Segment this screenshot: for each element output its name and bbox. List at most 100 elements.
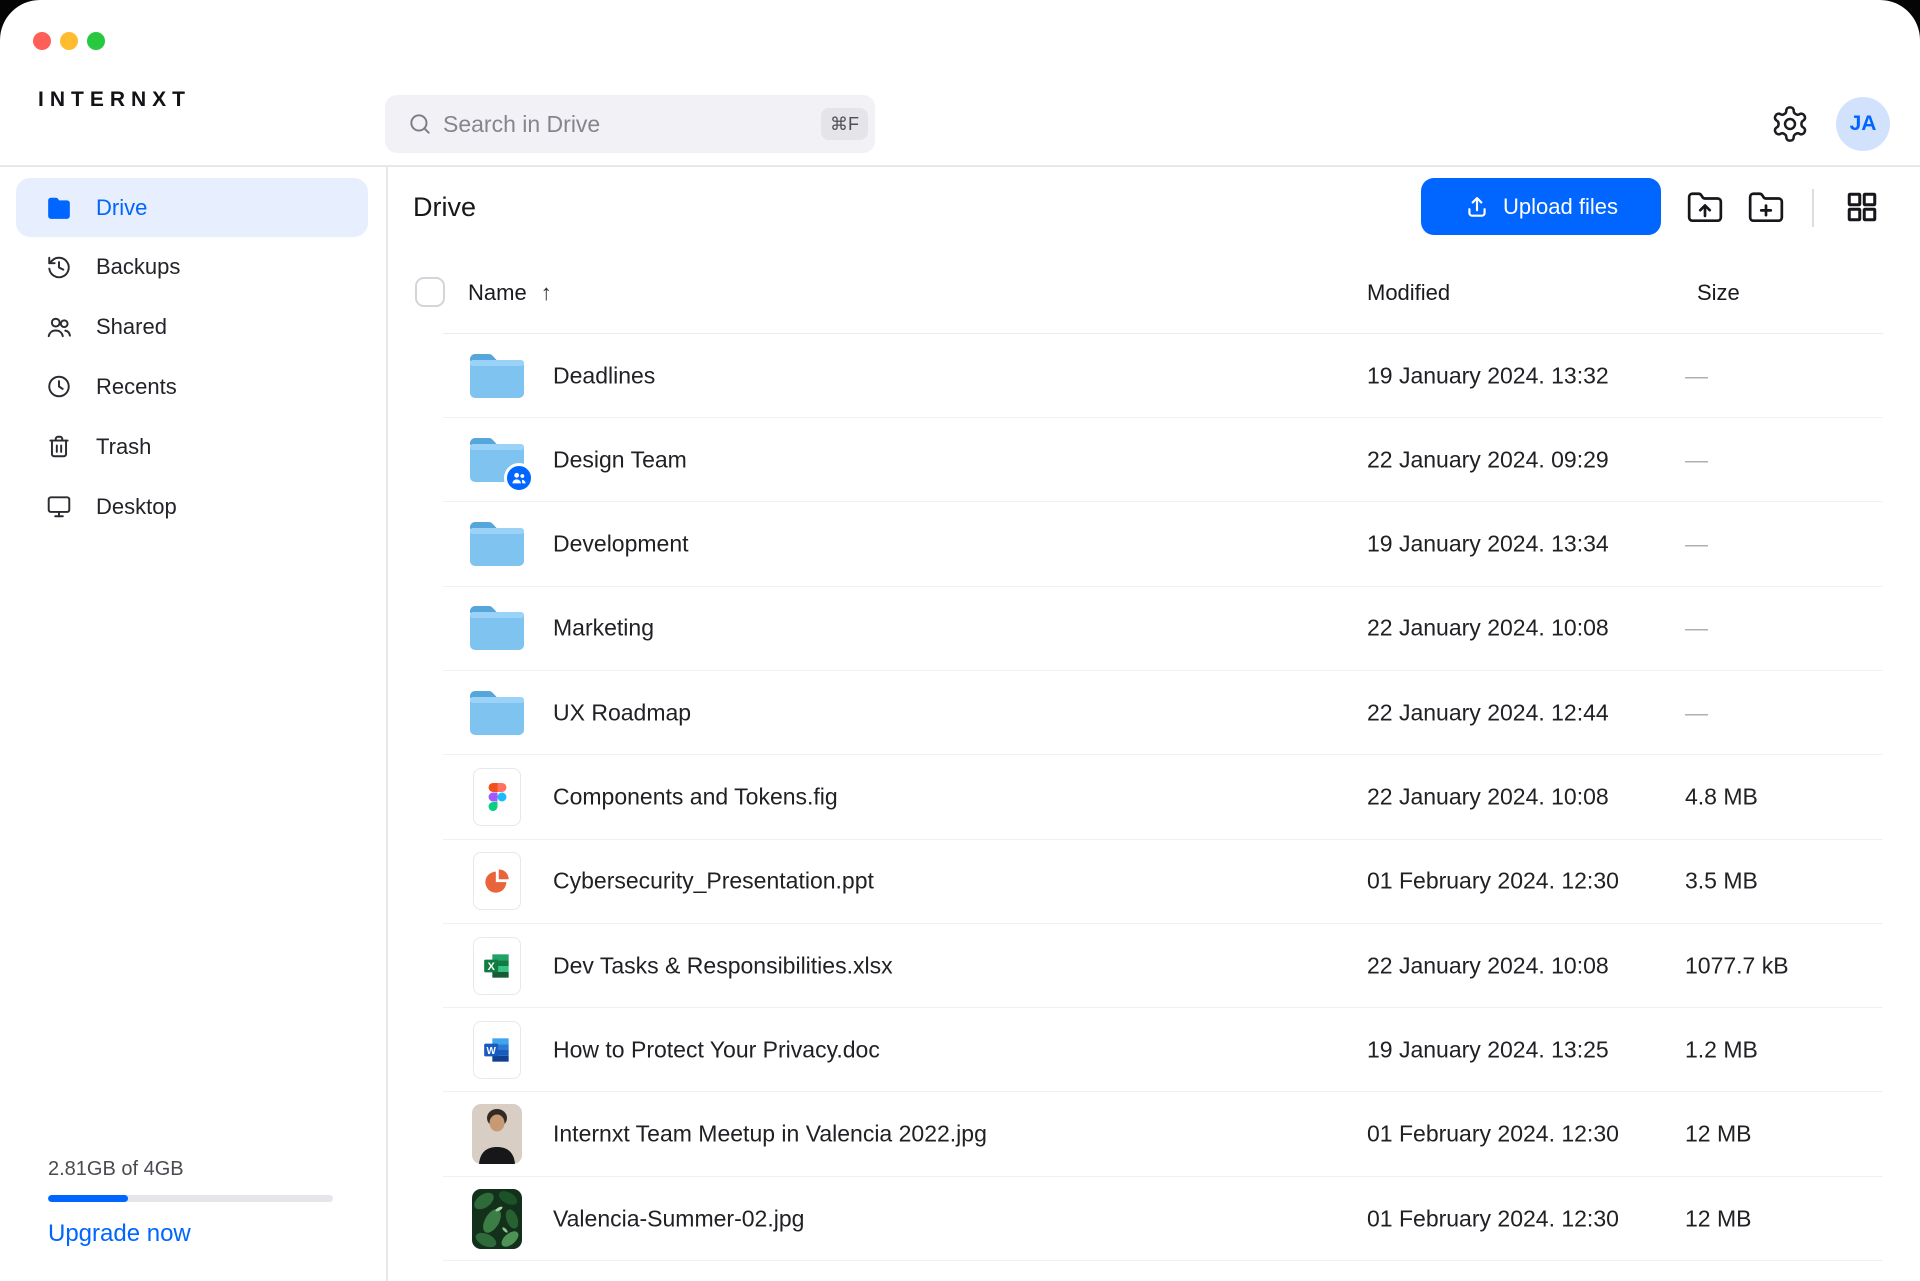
folder-icon <box>466 597 528 659</box>
row-modified: 22 January 2024. 12:44 <box>1367 699 1609 726</box>
figma-icon <box>466 766 528 828</box>
account-avatar[interactable]: JA <box>1836 97 1890 151</box>
sidebar-item-label: Trash <box>96 434 151 460</box>
search-icon <box>407 111 433 137</box>
grid-view-button[interactable] <box>1843 189 1881 227</box>
row-size: 3.5 MB <box>1685 868 1758 895</box>
table-row[interactable]: Valencia-Summer-02.jpg 01 February 2024. … <box>443 1177 1883 1261</box>
table-row[interactable]: Internxt Team Meetup in Valencia 2022.jp… <box>443 1093 1883 1177</box>
row-name: How to Protect Your Privacy.doc <box>553 1036 880 1063</box>
row-modified: 01 February 2024. 12:30 <box>1367 868 1619 895</box>
row-modified: 22 January 2024. 09:29 <box>1367 446 1609 473</box>
people-icon <box>46 314 72 340</box>
row-size: — <box>1685 446 1708 473</box>
upload-icon <box>1464 194 1490 220</box>
column-header-size[interactable]: Size <box>1697 280 1740 306</box>
settings-button[interactable] <box>1770 104 1810 144</box>
storage-usage-text: 2.81GB of 4GB <box>48 1158 338 1181</box>
upload-folder-button[interactable] <box>1686 189 1724 227</box>
row-modified: 19 January 2024. 13:34 <box>1367 531 1609 558</box>
clock-icon <box>46 374 72 400</box>
row-modified: 19 January 2024. 13:25 <box>1367 1036 1609 1063</box>
shared-folder-badge <box>504 463 534 493</box>
row-size: — <box>1685 362 1708 389</box>
row-size: 12 MB <box>1685 1121 1751 1148</box>
header-divider <box>0 165 1920 167</box>
row-modified: 19 January 2024. 13:32 <box>1367 362 1609 389</box>
sidebar-item-backups[interactable]: Backups <box>16 238 368 297</box>
trash-icon <box>46 434 72 460</box>
row-modified: 01 February 2024. 12:30 <box>1367 1121 1619 1148</box>
storage-progress-fill <box>48 1195 128 1202</box>
row-size: — <box>1685 699 1708 726</box>
sidebar-item-label: Desktop <box>96 494 177 520</box>
row-name: Development <box>553 531 689 558</box>
row-modified: 22 January 2024. 10:08 <box>1367 615 1609 642</box>
row-name: Marketing <box>553 615 654 642</box>
sort-ascending-arrow: ↑ <box>541 280 552 305</box>
table-row[interactable]: W How to Protect Your Privacy.doc 19 Janua… <box>443 1008 1883 1092</box>
column-header-name[interactable]: Name↑ <box>468 280 552 306</box>
internxt-logo: INTERNXT <box>38 88 191 112</box>
table-row[interactable]: Marketing22 January 2024. 10:08— <box>443 587 1883 671</box>
row-size: 1077.7 kB <box>1685 952 1789 979</box>
photo-portrait-icon <box>466 1103 528 1165</box>
sidebar-item-trash[interactable]: Trash <box>16 417 368 476</box>
close-window-button[interactable] <box>33 32 51 50</box>
row-name: Deadlines <box>553 362 655 389</box>
history-icon <box>46 254 72 280</box>
svg-text:W: W <box>486 1046 496 1057</box>
row-name: Cybersecurity_Presentation.ppt <box>553 868 874 895</box>
storage-progress-bar <box>48 1195 333 1202</box>
storage-widget: 2.81GB of 4GB Upgrade now <box>48 1158 338 1248</box>
sidebar-item-label: Backups <box>96 254 180 280</box>
sidebar-item-drive[interactable]: Drive <box>16 178 368 237</box>
sidebar-item-recents[interactable]: Recents <box>16 357 368 416</box>
folder-shared-icon <box>466 429 528 491</box>
sidebar-item-label: Shared <box>96 314 167 340</box>
excel-icon: X <box>466 935 528 997</box>
row-modified: 22 January 2024. 10:08 <box>1367 784 1609 811</box>
grid-view-icon <box>1844 189 1880 225</box>
folder-icon <box>466 345 528 407</box>
upgrade-now-link[interactable]: Upgrade now <box>48 1220 191 1248</box>
row-name: Design Team <box>553 446 687 473</box>
table-row[interactable]: Design Team 22 January 2024. 09:29 — <box>443 418 1883 502</box>
row-size: — <box>1685 531 1708 558</box>
page-title: Drive <box>413 192 476 223</box>
search-box[interactable]: ⌘F <box>385 95 875 153</box>
table-row[interactable]: Components and Tokens.fig 22 January 2024… <box>443 756 1883 840</box>
table-row[interactable]: UX Roadmap 22 January 2024. 12:44 — <box>443 671 1883 755</box>
select-all-checkbox[interactable] <box>415 277 445 307</box>
monitor-icon <box>46 494 72 520</box>
sidebar-item-label: Recents <box>96 374 177 400</box>
zoom-window-button[interactable] <box>87 32 105 50</box>
search-input[interactable] <box>443 95 783 153</box>
upload-files-label: Upload files <box>1503 194 1618 220</box>
photo-leaves-icon <box>466 1188 528 1250</box>
new-folder-button[interactable] <box>1747 189 1785 227</box>
sidebar-item-shared[interactable]: Shared <box>16 298 368 357</box>
upload-files-button[interactable]: Upload files <box>1421 178 1661 235</box>
sidebar-item-label: Drive <box>96 195 147 221</box>
svg-text:X: X <box>487 961 495 973</box>
toolbar-separator <box>1812 189 1814 227</box>
row-name: UX Roadmap <box>553 699 691 726</box>
folder-icon <box>466 682 528 744</box>
minimize-window-button[interactable] <box>60 32 78 50</box>
row-modified: 22 January 2024. 10:08 <box>1367 952 1609 979</box>
table-row[interactable]: Deadlines 19 January 2024. 13:32 — <box>443 334 1883 418</box>
powerpoint-icon <box>466 850 528 912</box>
gear-icon <box>1770 104 1810 144</box>
table-row[interactable]: XDev Tasks & Responsibilities.xlsx22 Jan… <box>443 924 1883 1008</box>
sidebar-item-desktop[interactable]: Desktop <box>16 477 368 536</box>
row-name: Valencia-Summer-02.jpg <box>553 1205 804 1232</box>
row-name: Components and Tokens.fig <box>553 784 838 811</box>
row-modified: 01 February 2024. 12:30 <box>1367 1205 1619 1232</box>
app-window: INTERNXT ⌘F JA Drive Backups Shared Recents… <box>0 0 1920 1281</box>
table-row[interactable]: Cybersecurity_Presentation.ppt 01 Februar… <box>443 840 1883 924</box>
row-size: 12 MB <box>1685 1205 1751 1232</box>
search-shortcut-badge: ⌘F <box>821 108 868 140</box>
table-row[interactable]: Development 19 January 2024. 13:34 — <box>443 503 1883 587</box>
column-header-modified[interactable]: Modified <box>1367 280 1450 306</box>
